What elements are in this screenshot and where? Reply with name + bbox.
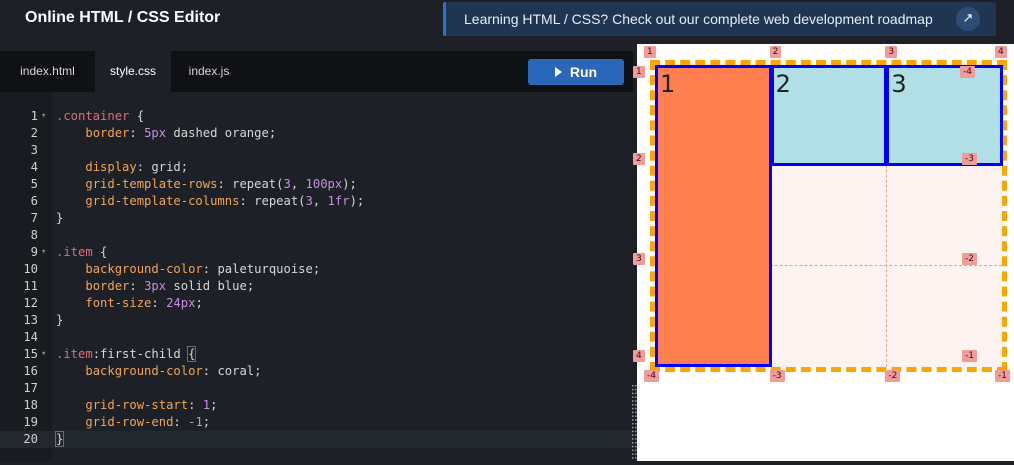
code-text: display: grid; [85, 160, 189, 174]
code-text: font-size: 24px; [85, 296, 203, 310]
arrow-up-right-icon[interactable]: ↗ [956, 7, 980, 31]
run-button-label: Run [569, 64, 598, 80]
code-text: border: 5px dashed orange; [85, 126, 277, 140]
line-number: 5 [30, 177, 38, 191]
code-text: background-color: coral; [85, 364, 262, 378]
code-text: } [56, 211, 64, 225]
code-line[interactable]: 18 grid-row-start: 1; [0, 397, 633, 414]
fold-arrow-icon[interactable]: ▾ [41, 244, 46, 261]
code-text: grid-template-rows: repeat(3, 100px); [85, 177, 357, 191]
code-line[interactable]: 12 font-size: 24px; [0, 295, 633, 312]
code-line[interactable]: 14 [0, 329, 633, 346]
column-line-neg-label: -1 [995, 370, 1010, 382]
row-line-label: 4 [633, 350, 645, 362]
code-line[interactable]: 13} [0, 312, 633, 329]
code-editor-panel: index.html style.css index.js Run 1 ▾ .con… [0, 51, 633, 461]
code-line[interactable]: 8 [0, 227, 633, 244]
row-line-neg-label: -1 [962, 350, 977, 362]
line-number: 20 [23, 432, 38, 446]
line-number: 1 [30, 109, 38, 123]
row-line-label: 2 [633, 153, 645, 165]
code-line[interactable]: 1 ▾ .container { [0, 108, 633, 125]
app-title: Online HTML / CSS Editor [25, 9, 221, 26]
line-number: 7 [30, 211, 38, 225]
tab-index-html[interactable]: index.html [0, 51, 95, 92]
code-text: border: 3px solid blue; [85, 279, 255, 293]
code-text: .item { [56, 245, 108, 259]
grid-item-3: 3 [886, 65, 1003, 166]
roadmap-banner-text[interactable]: Learning HTML / CSS? Check out our compl… [464, 11, 933, 27]
code-area[interactable]: 1 ▾ .container {2 border: 5px dashed orang… [0, 92, 633, 461]
code-line[interactable]: 3 [0, 142, 633, 159]
line-number: 3 [30, 143, 38, 157]
code-line[interactable]: 11 border: 3px solid blue; [0, 278, 633, 295]
line-number: 11 [23, 279, 38, 293]
code-text: grid-row-start: 1; [85, 398, 218, 412]
line-number: 14 [23, 330, 38, 344]
row-line-neg-label: -2 [962, 253, 977, 265]
run-button[interactable]: Run [528, 59, 624, 85]
column-line-neg-label: -3 [769, 370, 785, 382]
code-line[interactable]: 6 grid-template-columns: repeat(3, 1fr); [0, 193, 633, 210]
code-line[interactable]: 7} [0, 210, 633, 227]
row-line-neg-label: -3 [962, 153, 977, 165]
line-number: 4 [30, 160, 38, 174]
line-number: 16 [23, 364, 38, 378]
preview-panel: 123 1 2 3 4 1 2 3 4 -4 -3 -2 -1 -4 -3 -2 -1 [633, 44, 1014, 461]
line-number: 8 [30, 228, 38, 242]
code-line[interactable]: 10 background-color: paleturquoise; [0, 261, 633, 278]
grid-item-1: 1 [655, 65, 772, 367]
column-line-label: 4 [995, 46, 1007, 58]
fold-arrow-icon[interactable]: ▾ [41, 346, 46, 363]
column-line-label: 1 [644, 46, 656, 58]
code-line[interactable]: 9 ▾ .item { [0, 244, 633, 261]
play-icon [554, 67, 562, 78]
column-line-neg-label: -4 [644, 370, 659, 382]
code-line[interactable]: 17 [0, 380, 633, 397]
code-line[interactable]: 20} [0, 431, 633, 448]
row-line-neg-label: -4 [960, 66, 975, 78]
roadmap-banner[interactable]: Learning HTML / CSS? Check out our compl… [443, 2, 996, 36]
line-number: 15 [23, 347, 38, 361]
code-line[interactable]: 15 ▾ .item:first-child { [0, 346, 633, 363]
line-number: 13 [23, 313, 38, 327]
header-bar: Online HTML / CSS Editor Learning HTML /… [0, 0, 1014, 40]
line-number: 9 [30, 245, 38, 259]
code-line[interactable]: 16 background-color: coral; [0, 363, 633, 380]
line-number: 10 [23, 262, 38, 276]
code-line[interactable]: 19 grid-row-end: -1; [0, 414, 633, 431]
line-number: 19 [23, 415, 38, 429]
grid-container: 123 [650, 60, 1007, 372]
tab-index-js[interactable]: index.js [171, 51, 247, 92]
line-number: 18 [23, 398, 38, 412]
row-line-label: 3 [633, 253, 645, 265]
code-line[interactable]: 2 border: 5px dashed orange; [0, 125, 633, 142]
code-text: } [56, 313, 64, 327]
code-text: grid-template-columns: repeat(3, 1fr); [85, 194, 365, 208]
code-text: .item:first-child { [56, 346, 197, 362]
file-tabs: index.html style.css index.js Run [0, 51, 633, 92]
column-line-label: 2 [769, 46, 782, 58]
code-line[interactable]: 5 grid-template-rows: repeat(3, 100px); [0, 176, 633, 193]
code-text: background-color: paleturquoise; [85, 262, 321, 276]
line-number: 17 [23, 381, 38, 395]
code-text: grid-row-end: -1; [85, 415, 211, 429]
column-line-neg-label: -2 [885, 370, 901, 382]
code-text: } [54, 431, 65, 447]
row-line-label: 1 [633, 66, 645, 78]
code-text: .container { [56, 109, 145, 123]
line-number: 6 [30, 194, 38, 208]
column-line-label: 3 [885, 46, 898, 58]
grid-item-2: 2 [770, 65, 888, 166]
code-line[interactable]: 4 display: grid; [0, 159, 633, 176]
line-number: 12 [23, 296, 38, 310]
fold-arrow-icon[interactable]: ▾ [41, 108, 46, 125]
line-number: 2 [30, 126, 38, 140]
tab-style-css[interactable]: style.css [95, 51, 171, 92]
